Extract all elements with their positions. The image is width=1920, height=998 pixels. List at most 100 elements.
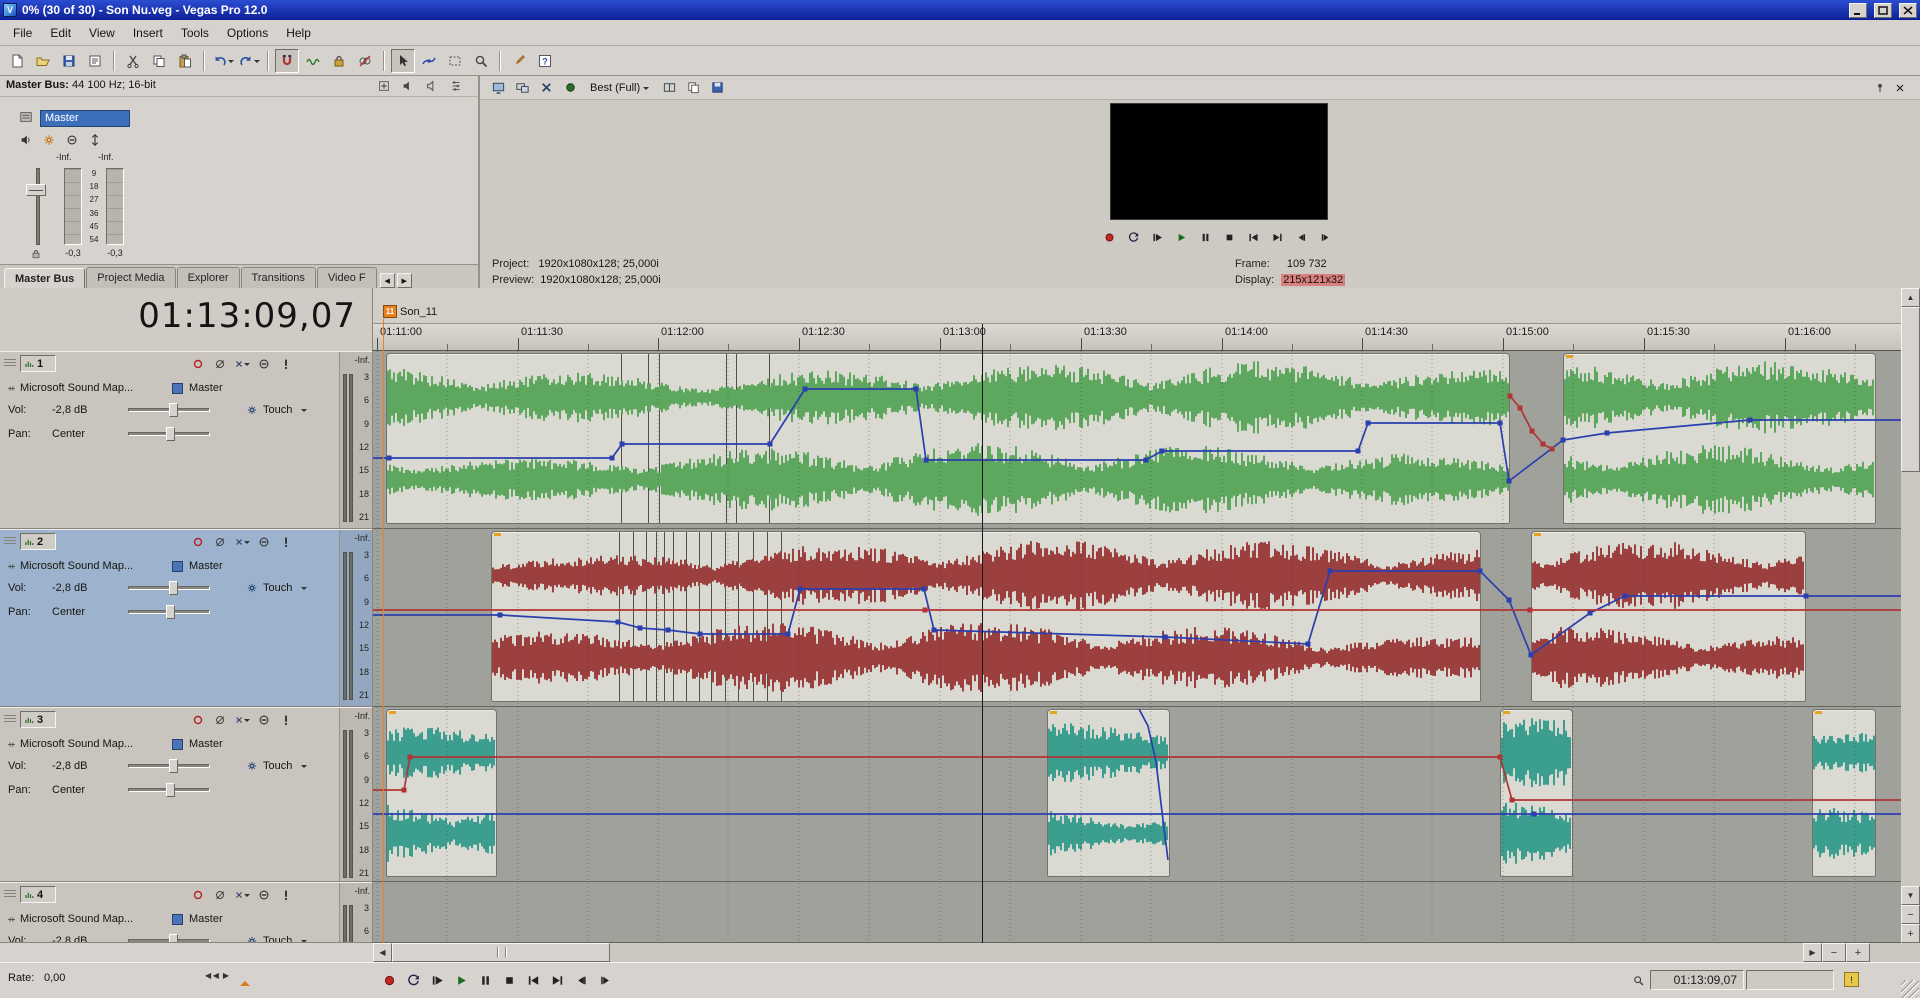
bus-assign-icon[interactable] <box>172 914 183 925</box>
menu-edit[interactable]: Edit <box>41 22 80 44</box>
resize-grip[interactable] <box>1901 980 1919 998</box>
pan-slider[interactable] <box>128 788 210 792</box>
preview-play-from-start-button[interactable] <box>1146 228 1168 246</box>
insert-bus-button[interactable] <box>376 78 392 94</box>
fader-scale-button[interactable] <box>87 132 103 148</box>
tab-scroll-left-button[interactable]: ◀ <box>380 273 395 288</box>
timeline-time-display[interactable]: 01:13:09,07 <box>0 296 356 336</box>
rate-spinner[interactable]: ◀ ◀ ▶ <box>205 971 229 980</box>
timeline-zoom-in-button[interactable]: + <box>1846 943 1870 962</box>
magnifier-icon[interactable] <box>1630 972 1646 988</box>
pan-value[interactable]: Center <box>52 428 85 440</box>
paste-button[interactable] <box>173 49 197 73</box>
master-fader-handle[interactable] <box>26 184 46 196</box>
track-fx-button[interactable] <box>234 356 250 372</box>
volume-slider[interactable] <box>128 586 210 590</box>
solo-button[interactable] <box>278 534 294 550</box>
new-project-button[interactable] <box>5 49 29 73</box>
preview-pause-button[interactable] <box>1194 228 1216 246</box>
video-fx-button[interactable] <box>538 80 554 96</box>
gear-button[interactable] <box>41 132 57 148</box>
preview-play-button[interactable] <box>1170 228 1192 246</box>
project-video-properties-button[interactable] <box>490 80 506 96</box>
track-fx-button[interactable] <box>234 712 250 728</box>
dim-output-button[interactable] <box>424 78 440 94</box>
paint-tool-button[interactable] <box>507 49 531 73</box>
track-lane-1[interactable] <box>373 351 1901 529</box>
chevron-down-icon[interactable] <box>301 587 307 593</box>
auto-ripple-button[interactable] <box>301 49 325 73</box>
audio-event[interactable] <box>1047 709 1170 877</box>
stop-button[interactable] <box>497 968 521 992</box>
mute-button[interactable] <box>64 132 80 148</box>
vertical-scrollbar[interactable]: ▲ ▼ − + <box>1901 288 1920 943</box>
menu-tools[interactable]: Tools <box>172 22 218 44</box>
close-button[interactable] <box>1899 3 1917 18</box>
tab-video-f[interactable]: Video F <box>317 267 377 288</box>
menu-help[interactable]: Help <box>277 22 320 44</box>
preview-prev-frame-button[interactable] <box>1290 228 1312 246</box>
audio-event[interactable] <box>386 353 1510 524</box>
mute-button[interactable] <box>256 534 272 550</box>
track-height-zoom-in-button[interactable]: + <box>1901 924 1920 943</box>
timeline-area[interactable]: 11 Son_11 01:11:0001:11:3001:12:0001:12:… <box>373 288 1901 943</box>
playhead-cursor[interactable] <box>982 324 983 943</box>
mute-button[interactable] <box>256 712 272 728</box>
bus-name-field[interactable]: Master <box>40 110 130 127</box>
redo-button[interactable] <box>237 49 261 73</box>
minimize-button[interactable] <box>1849 3 1867 18</box>
solo-button[interactable] <box>278 887 294 903</box>
copy-snapshot-button[interactable] <box>685 80 701 96</box>
track-lane-2[interactable] <box>373 529 1901 707</box>
record-arm-button[interactable] <box>190 356 206 372</box>
menu-view[interactable]: View <box>80 22 124 44</box>
timeline-zoom-out-button[interactable]: − <box>1822 943 1846 962</box>
vol-value[interactable]: -2,8 dB <box>52 760 87 772</box>
lock-envelopes-button[interactable] <box>327 49 351 73</box>
title-bar[interactable]: V 0% (30 of 30) - Son Nu.veg - Vegas Pro… <box>0 0 1920 20</box>
pan-value[interactable]: Center <box>52 606 85 618</box>
time-ruler[interactable]: 01:11:0001:11:3001:12:0001:12:3001:13:00… <box>373 324 1901 351</box>
scroll-down-button[interactable]: ▼ <box>1901 886 1920 905</box>
preview-record-button[interactable] <box>1098 228 1120 246</box>
undo-button[interactable] <box>211 49 235 73</box>
cut-button[interactable] <box>121 49 145 73</box>
track-fx-button[interactable] <box>234 887 250 903</box>
go-to-end-button[interactable] <box>545 968 569 992</box>
tab-master-bus[interactable]: Master Bus <box>4 268 85 289</box>
menu-file[interactable]: File <box>4 22 41 44</box>
track-header-3[interactable]: 3Microsoft Sound Map...MasterVol:-2,8 dB… <box>0 707 373 882</box>
loop-playback-button[interactable] <box>401 968 425 992</box>
solo-button[interactable] <box>278 356 294 372</box>
record-arm-button[interactable] <box>190 887 206 903</box>
preview-loop-playback-button[interactable] <box>1122 228 1144 246</box>
vol-value[interactable]: -2,8 dB <box>52 582 87 594</box>
quality-circle-button[interactable] <box>562 80 578 96</box>
play-button[interactable] <box>449 968 473 992</box>
track-fx-button[interactable] <box>234 534 250 550</box>
downmix-output-button[interactable] <box>400 78 416 94</box>
preview-close-icon[interactable] <box>1892 80 1908 96</box>
play-from-start-button[interactable] <box>425 968 449 992</box>
automation-gear-icon[interactable] <box>246 582 258 597</box>
rate-value[interactable]: 0,00 <box>44 972 65 984</box>
pan-value[interactable]: Center <box>52 784 85 796</box>
record-arm-button[interactable] <box>190 534 206 550</box>
selection-edit-tool-button[interactable] <box>443 49 467 73</box>
audio-event[interactable] <box>491 531 1481 702</box>
bus-assign-icon[interactable] <box>172 739 183 750</box>
chevron-down-icon[interactable] <box>301 940 307 943</box>
track-device[interactable]: Microsoft Sound Map... <box>20 560 133 572</box>
selection-time-field[interactable] <box>1746 970 1834 990</box>
save-button[interactable] <box>57 49 81 73</box>
vol-value[interactable]: -2.8 dB <box>52 935 87 943</box>
zoom-edit-tool-button[interactable] <box>469 49 493 73</box>
automation-mode[interactable]: Touch <box>263 404 292 416</box>
maximize-button[interactable] <box>1874 3 1892 18</box>
preview-stop-button[interactable] <box>1218 228 1240 246</box>
phase-button[interactable] <box>212 887 228 903</box>
external-monitor-button[interactable] <box>514 80 530 96</box>
track-height-zoom-out-button[interactable]: − <box>1901 905 1920 924</box>
audio-event[interactable] <box>1812 709 1876 877</box>
pause-button[interactable] <box>473 968 497 992</box>
